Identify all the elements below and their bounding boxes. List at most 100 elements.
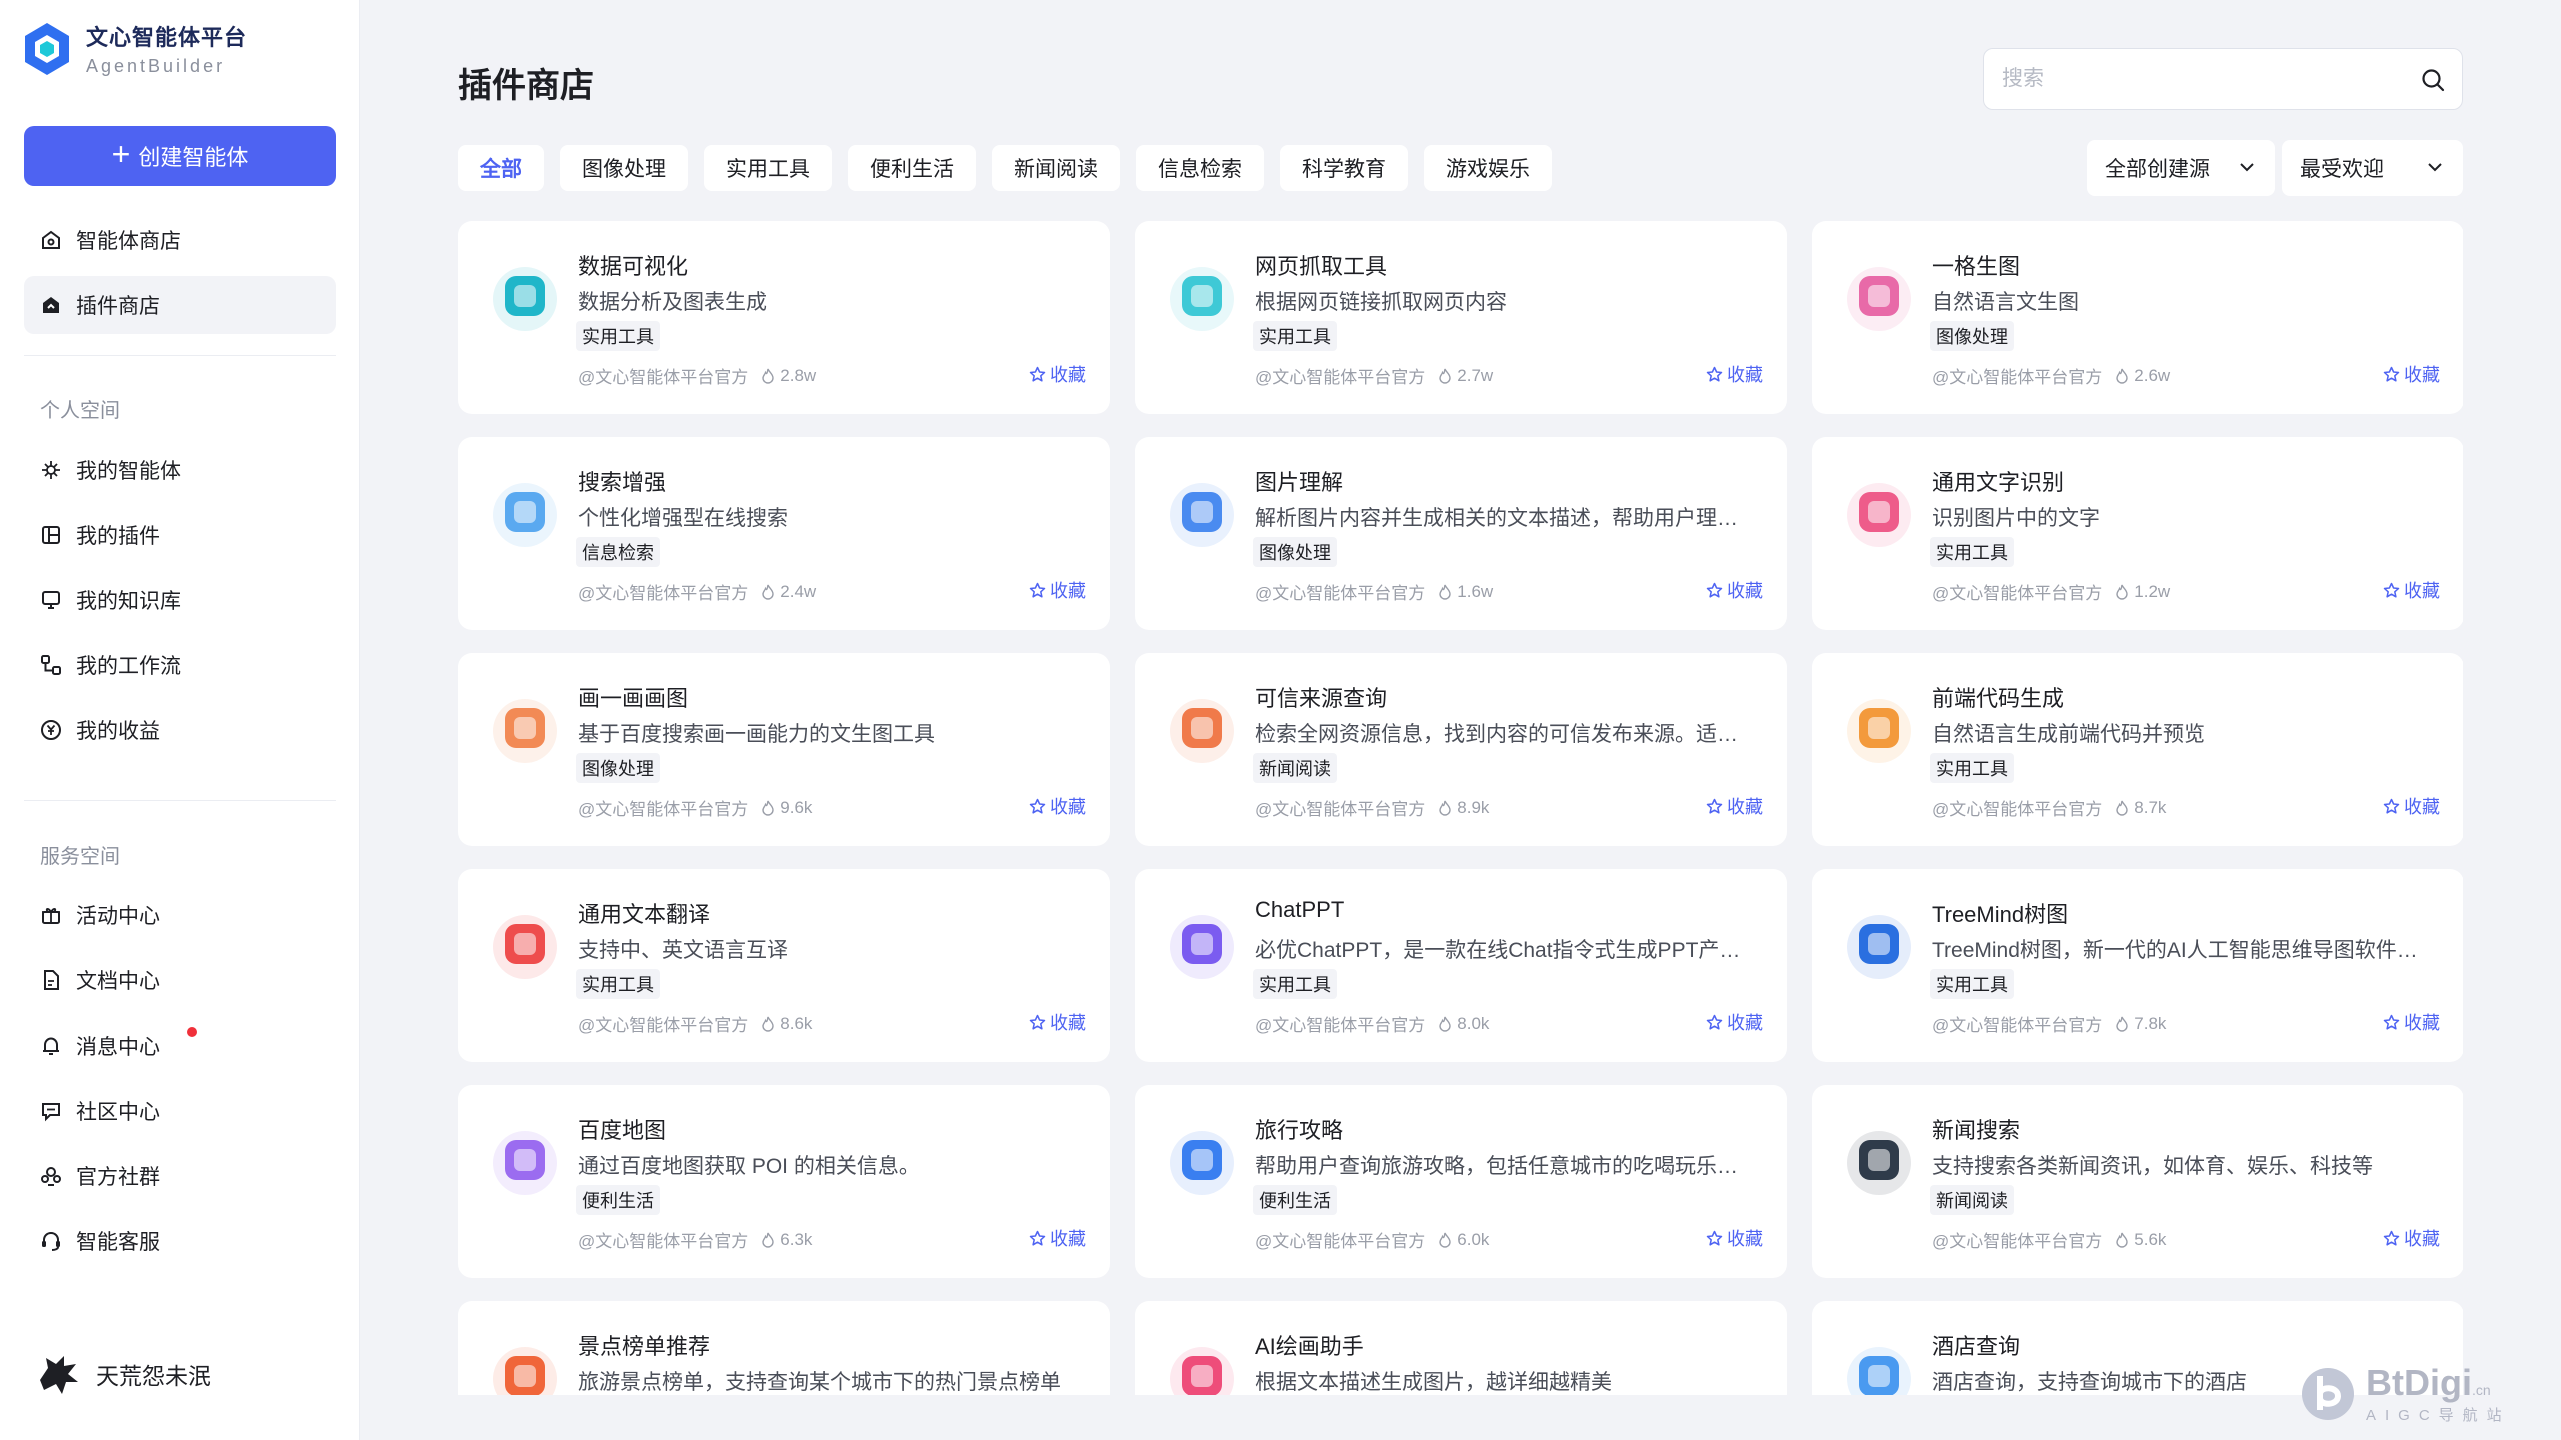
chat-icon [40, 1100, 62, 1122]
plugin-category-tag: 新闻阅读 [1930, 1185, 2014, 1215]
create-agent-button[interactable]: + 创建智能体 [24, 126, 336, 186]
fire-icon [2116, 1232, 2128, 1248]
tab-all[interactable]: 全部 [458, 145, 544, 191]
sidebar-item-label: 文档中心 [76, 970, 160, 993]
plugin-use-count: 2.4w [780, 581, 817, 601]
favorite-label: 收藏 [2404, 1013, 2440, 1033]
workflow-icon [40, 654, 62, 676]
plugin-meta: @文心智能体平台官方 5.6k [1932, 1227, 2166, 1252]
favorite-button[interactable]: 收藏 [1706, 577, 1763, 603]
favorite-button[interactable]: 收藏 [1029, 793, 1086, 819]
fire-icon [2116, 368, 2128, 384]
sidebar-item-my-agents[interactable]: 我的智能体 [24, 441, 336, 499]
favorite-button[interactable]: 收藏 [2383, 1225, 2440, 1251]
star-icon [1706, 1014, 1723, 1030]
favorite-button[interactable]: 收藏 [1029, 577, 1086, 603]
favorite-button[interactable]: 收藏 [1029, 1009, 1086, 1035]
favorite-button[interactable]: 收藏 [1706, 793, 1763, 819]
favorite-button[interactable]: 收藏 [2383, 361, 2440, 387]
news-icon [1842, 1123, 1916, 1197]
search-box[interactable] [1983, 48, 2463, 110]
plugin-card[interactable]: 数据可视化 数据分析及图表生成 实用工具 @文心智能体平台官方 2.8w 收藏 [458, 221, 1110, 414]
tab-search[interactable]: 信息检索 [1136, 145, 1264, 191]
brand-sub: AgentBuilder [86, 56, 226, 76]
star-icon [2383, 798, 2400, 814]
sidebar-item-my-knowledge[interactable]: 我的知识库 [24, 571, 336, 629]
tab-games[interactable]: 游戏娱乐 [1424, 145, 1552, 191]
plugin-name: 搜索增强 [578, 470, 667, 495]
sidebar-item-docs[interactable]: 文档中心 [24, 951, 336, 1009]
sidebar-item-messages[interactable]: 消息中心 [24, 1017, 336, 1075]
image-understand-icon [1165, 475, 1239, 549]
star-icon [2383, 1230, 2400, 1246]
favorite-button[interactable]: 收藏 [1706, 361, 1763, 387]
star-icon [1029, 366, 1046, 382]
search-input[interactable] [1984, 49, 2384, 109]
plugin-card[interactable]: 画一画画图 基于百度搜索画一画能力的文生图工具 图像处理 @文心智能体平台官方 9.6k… [458, 653, 1110, 846]
plugin-card[interactable]: 前端代码生成 自然语言生成前端代码并预览 实用工具 @文心智能体平台官方 8.7k 收藏 [1812, 653, 2463, 846]
plugin-card[interactable]: 通用文本翻译 支持中、英文语言互译 实用工具 @文心智能体平台官方 8.6k 收藏 [458, 869, 1110, 1062]
sort-value: 最受欢迎 [2300, 158, 2384, 181]
plugin-card[interactable]: 图片理解解析图片内容并生成相关的文本描述，帮助用户理解图片信息图像处理 @文心智能… [1135, 437, 1787, 630]
tab-life[interactable]: 便利生活 [848, 145, 976, 191]
tab-image[interactable]: 图像处理 [560, 145, 688, 191]
user-profile[interactable]: 天荒怨未泯 [34, 1350, 211, 1398]
favorite-button[interactable]: 收藏 [1029, 361, 1086, 387]
plugin-card[interactable]: 百度地图 通过百度地图获取 POI 的相关信息。 便利生活 @文心智能体平台官方 6.3… [458, 1085, 1110, 1278]
sidebar-item-my-workflows[interactable]: 我的工作流 [24, 636, 336, 694]
plugin-card[interactable]: AI绘画助手根据文本描述生成图片，越详细越精美图像处理@文心智能体平台官方5.0… [1135, 1301, 1787, 1395]
plugin-card[interactable]: 景点榜单推荐旅游景点榜单，支持查询某个城市下的热门景点榜单便利生活@文心智能体平… [458, 1301, 1110, 1395]
tab-news[interactable]: 新闻阅读 [992, 145, 1120, 191]
source-filter-value: 全部创建源 [2105, 158, 2210, 181]
favorite-button[interactable]: 收藏 [2383, 577, 2440, 603]
sidebar-item-plugin-store[interactable]: 插件商店 [24, 276, 336, 334]
sidebar-item-my-plugins[interactable]: 我的插件 [24, 506, 336, 564]
favorite-button[interactable]: 收藏 [1706, 1009, 1763, 1035]
source-filter-select[interactable]: 全部创建源 [2087, 140, 2275, 196]
plugin-popularity: 2.6w [2114, 366, 2170, 386]
sidebar-item-agent-store[interactable]: 智能体商店 [24, 211, 336, 269]
favorite-button[interactable]: 收藏 [1029, 1225, 1086, 1251]
sidebar-item-activity[interactable]: 活动中心 [24, 886, 336, 944]
plugin-card[interactable]: 新闻搜索 支持搜索各类新闻资讯，如体育、娱乐、科技等 新闻阅读 @文心智能体平台官方 5… [1812, 1085, 2463, 1278]
plugin-card[interactable]: 一格生图 自然语言文生图 图像处理 @文心智能体平台官方 2.6w 收藏 [1812, 221, 2463, 414]
plugin-card[interactable]: 旅行攻略 帮助用户查询旅游攻略，包括任意城市的吃喝玩乐攻略推荐 便利生活 @文心智能体… [1135, 1085, 1787, 1278]
plugin-description: 识别图片中的文字 [1932, 507, 2100, 530]
sidebar-item-official-group[interactable]: 官方社群 [24, 1147, 336, 1205]
favorite-button[interactable]: 收藏 [2383, 793, 2440, 819]
community-icon [40, 1165, 62, 1187]
plugin-author: @文心智能体平台官方 [578, 584, 749, 603]
tab-tools[interactable]: 实用工具 [704, 145, 832, 191]
sidebar-item-label: 官方社群 [76, 1166, 160, 1189]
sidebar-item-my-earnings[interactable]: 我的收益 [24, 701, 336, 759]
star-icon [1029, 798, 1046, 814]
sort-select[interactable]: 最受欢迎 [2282, 140, 2463, 196]
sparkle-icon [40, 459, 62, 481]
tab-science[interactable]: 科学教育 [1280, 145, 1408, 191]
fire-icon [1439, 584, 1451, 600]
avatar [34, 1350, 82, 1398]
plugin-use-count: 8.0k [1457, 1013, 1490, 1033]
plugin-popularity: 2.7w [1437, 366, 1493, 386]
search-icon[interactable] [2420, 67, 2446, 93]
plugin-meta: @文心智能体平台官方 8.6k [578, 1011, 812, 1036]
sidebar-item-support[interactable]: 智能客服 [24, 1212, 336, 1270]
plugin-popularity: 1.2w [2114, 582, 2170, 602]
plugin-card[interactable]: 搜索增强 个性化增强型在线搜索 信息检索 @文心智能体平台官方 2.4w 收藏 [458, 437, 1110, 630]
plugin-popularity: 5.6k [2114, 1230, 2166, 1250]
sidebar-item-community[interactable]: 社区中心 [24, 1082, 336, 1140]
plugin-use-count: 6.3k [780, 1229, 813, 1249]
plugin-category-tag: 实用工具 [1930, 969, 2014, 999]
fire-icon [2116, 584, 2128, 600]
plugin-card[interactable]: 网页抓取工具 根据网页链接抓取网页内容 实用工具 @文心智能体平台官方 2.7w 收藏 [1135, 221, 1787, 414]
plugin-author: @文心智能体平台官方 [1255, 800, 1426, 819]
brand-logo[interactable]: 文心智能体平台 AgentBuilder [22, 20, 247, 77]
favorite-button[interactable]: 收藏 [1706, 1225, 1763, 1251]
favorite-button[interactable]: 收藏 [2383, 1009, 2440, 1035]
plugin-card[interactable]: 通用文字识别 识别图片中的文字 实用工具 @文心智能体平台官方 1.2w 收藏 [1812, 437, 2463, 630]
map-pin-icon [488, 1123, 562, 1197]
plugin-author: @文心智能体平台官方 [1932, 584, 2103, 603]
plugin-card[interactable]: 可信来源查询检索全网资源信息，找到内容的可信发布来源。适用于各类信息溯源新闻阅读… [1135, 653, 1787, 846]
plugin-card[interactable]: TreeMind树图 TreeMind树图，新一代的AI人工智能思维导图软件。一句… [1812, 869, 2463, 1062]
plugin-card[interactable]: ChatPPT 必优ChatPPT，是一款在线Chat指令式生成PPT产品。一句话… [1135, 869, 1787, 1062]
